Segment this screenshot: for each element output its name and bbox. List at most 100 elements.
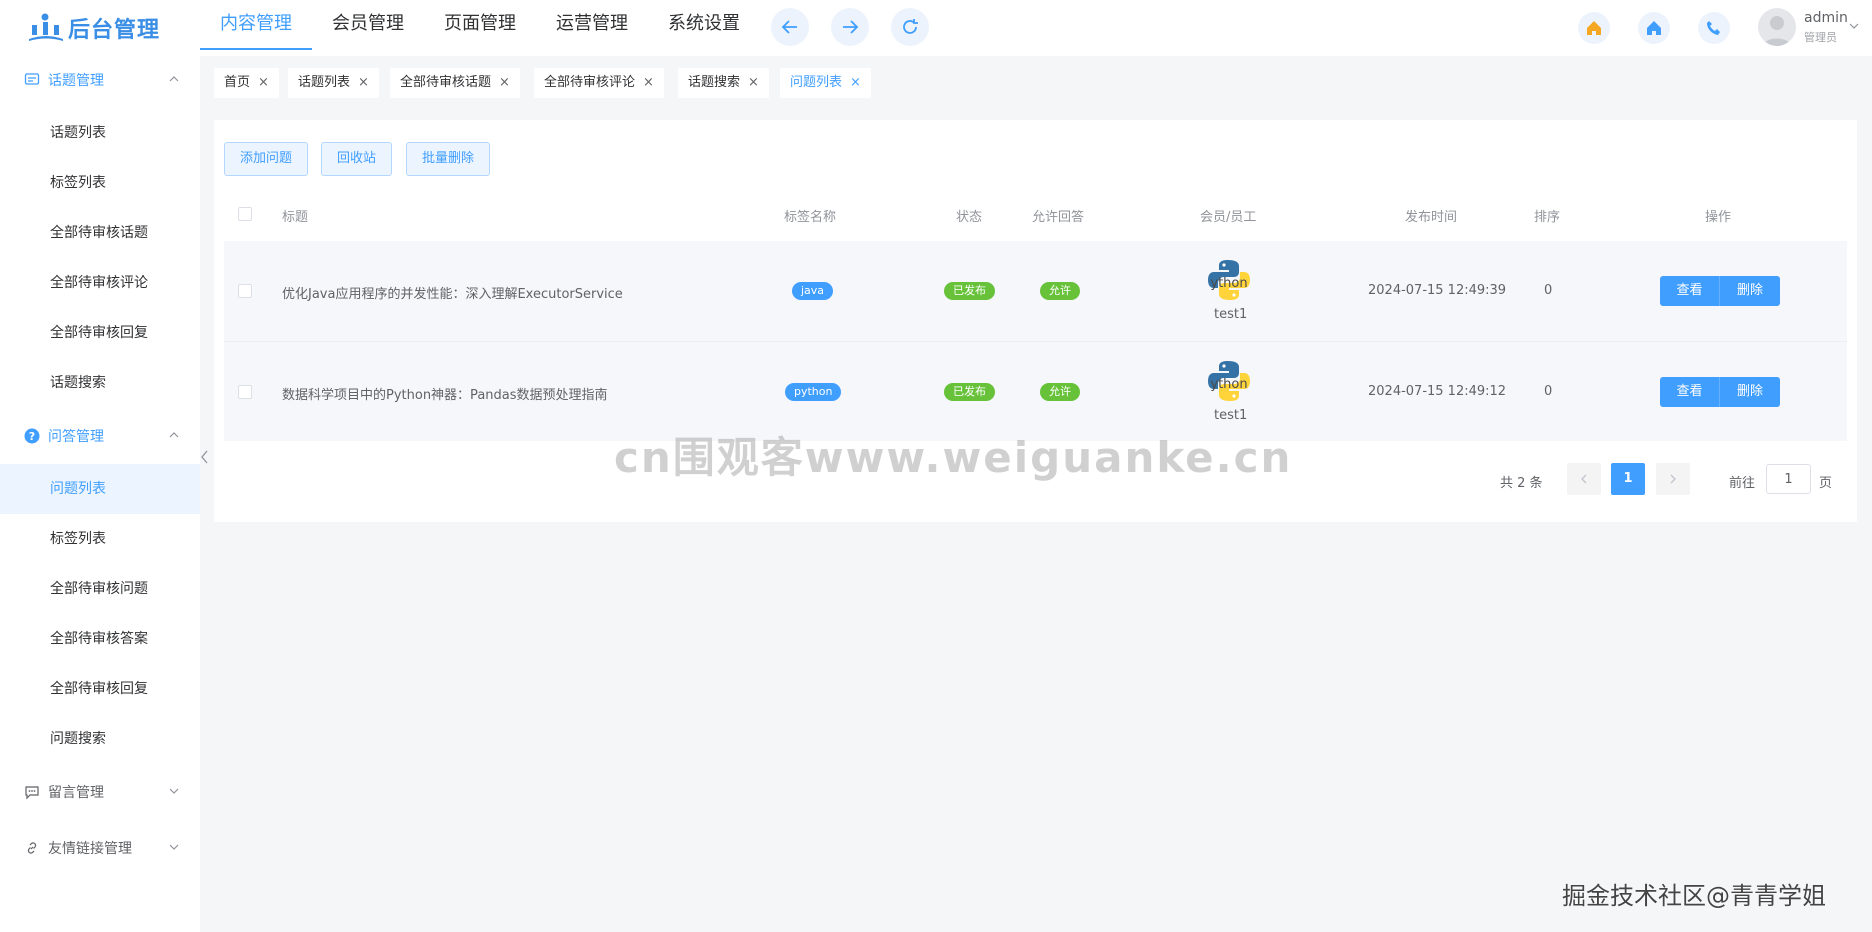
close-icon[interactable]: × bbox=[850, 75, 861, 90]
sidebar-item-pending-answers[interactable]: 全部待审核答案 bbox=[0, 614, 200, 664]
table-row[interactable]: 优化Java应用程序的并发性能：深入理解ExecutorService java… bbox=[224, 241, 1847, 341]
home-icon bbox=[1647, 21, 1661, 35]
member-name: test1 bbox=[1214, 307, 1248, 322]
row-checkbox[interactable] bbox=[238, 284, 252, 298]
member-name: test1 bbox=[1214, 408, 1248, 423]
sidebar-item-question-list[interactable]: 问题列表 bbox=[0, 464, 200, 514]
svg-text:ython: ython bbox=[1210, 276, 1247, 291]
forward-button[interactable] bbox=[831, 8, 869, 46]
avatar[interactable] bbox=[1758, 8, 1796, 46]
user-role: 管理员 bbox=[1804, 31, 1837, 44]
tab-label: 问题列表 bbox=[790, 75, 843, 90]
close-icon[interactable]: × bbox=[258, 75, 269, 90]
topnav-settings[interactable]: 系统设置 bbox=[648, 0, 760, 50]
member-avatar: ython bbox=[1206, 257, 1252, 303]
top-nav: 内容管理 会员管理 页面管理 运营管理 系统设置 bbox=[200, 0, 760, 50]
sidebar-item-topic-tags[interactable]: 标签列表 bbox=[0, 158, 200, 208]
row-title: 优化Java应用程序的并发性能：深入理解ExecutorService bbox=[282, 287, 623, 302]
sort-order: 0 bbox=[1544, 384, 1553, 399]
tab-topic-list[interactable]: 话题列表 × bbox=[288, 68, 379, 98]
phone-button[interactable] bbox=[1698, 12, 1730, 44]
next-page-button[interactable] bbox=[1656, 463, 1690, 495]
message-icon bbox=[24, 784, 40, 800]
home-orange-button[interactable] bbox=[1578, 12, 1610, 44]
page-number-current[interactable]: 1 bbox=[1611, 463, 1645, 495]
column-header-allow: 允许回答 bbox=[1032, 210, 1085, 225]
sidebar-item-pending-comments[interactable]: 全部待审核评论 bbox=[0, 258, 200, 308]
sidebar-item-question-tags[interactable]: 标签列表 bbox=[0, 514, 200, 564]
pagination-goto-label: 前往 bbox=[1729, 476, 1756, 491]
sidebar-item-pending-qa-replies[interactable]: 全部待审核回复 bbox=[0, 664, 200, 714]
tab-topic-search[interactable]: 话题搜索 × bbox=[678, 68, 769, 98]
topnav-operations[interactable]: 运营管理 bbox=[536, 0, 648, 50]
topnav-members[interactable]: 会员管理 bbox=[312, 0, 424, 50]
topnav-content[interactable]: 内容管理 bbox=[200, 0, 312, 50]
column-header-status: 状态 bbox=[956, 210, 983, 225]
tab-home[interactable]: 首页 × bbox=[214, 68, 279, 98]
refresh-button[interactable] bbox=[891, 8, 929, 46]
allow-badge: 允许 bbox=[1040, 282, 1080, 300]
view-button[interactable]: 查看 bbox=[1660, 377, 1720, 407]
column-header-title: 标题 bbox=[282, 210, 309, 225]
column-header-order: 排序 bbox=[1534, 210, 1561, 225]
chevron-up-icon bbox=[169, 432, 179, 438]
add-question-button[interactable]: 添加问题 bbox=[224, 142, 309, 176]
tab-label: 全部待审核评论 bbox=[544, 75, 636, 90]
close-icon[interactable]: × bbox=[358, 75, 369, 90]
status-badge: 已发布 bbox=[944, 282, 995, 300]
recycle-bin-button[interactable]: 回收站 bbox=[321, 142, 393, 176]
home-button[interactable] bbox=[1638, 12, 1670, 44]
tags-bar: 首页 × 话题列表 × 全部待审核话题 × 全部待审核评论 × 话题搜索 × 问题列表 × bbox=[200, 56, 1872, 106]
chevron-down-icon bbox=[169, 788, 179, 794]
chevron-up-icon bbox=[169, 76, 179, 82]
row-checkbox[interactable] bbox=[238, 385, 252, 399]
watermark-center: cn围观客www.weiguanke.cn bbox=[614, 433, 1293, 482]
chevron-down-icon[interactable] bbox=[1848, 20, 1860, 32]
logo-text: 后台管理 bbox=[68, 18, 161, 43]
svg-text:?: ? bbox=[29, 430, 35, 443]
close-icon[interactable]: × bbox=[499, 75, 510, 90]
sidebar-group-links[interactable]: 友情链接管理 bbox=[0, 824, 200, 872]
prev-page-button[interactable] bbox=[1567, 463, 1601, 495]
delete-button[interactable]: 删除 bbox=[1720, 276, 1780, 306]
user-name[interactable]: admin bbox=[1804, 10, 1848, 26]
chat-icon bbox=[24, 72, 40, 88]
sidebar: 话题管理 话题列表 标签列表 全部待审核话题 全部待审核评论 全部待审核回复 话… bbox=[0, 56, 200, 932]
logo[interactable]: 后台管理 bbox=[28, 8, 160, 48]
status-badge: 已发布 bbox=[944, 383, 995, 401]
sidebar-group-label: 话题管理 bbox=[48, 73, 104, 89]
column-header-time: 发布时间 bbox=[1405, 210, 1458, 225]
tab-pending-topics[interactable]: 全部待审核话题 × bbox=[390, 68, 520, 98]
sidebar-item-topic-list[interactable]: 话题列表 bbox=[0, 108, 200, 158]
svg-text:ython: ython bbox=[1210, 377, 1247, 392]
link-icon bbox=[24, 840, 40, 856]
sidebar-group-qa[interactable]: ? 问答管理 bbox=[0, 412, 200, 460]
page-jump-input[interactable] bbox=[1766, 464, 1811, 494]
tab-pending-comments[interactable]: 全部待审核评论 × bbox=[534, 68, 664, 98]
sidebar-group-label: 问答管理 bbox=[48, 429, 104, 445]
column-header-actions: 操作 bbox=[1705, 210, 1732, 225]
row-title: 数据科学项目中的Python神器：Pandas数据预处理指南 bbox=[282, 388, 608, 403]
sidebar-group-label: 留言管理 bbox=[48, 785, 104, 801]
arrow-left-icon bbox=[781, 20, 797, 34]
select-all-checkbox[interactable] bbox=[238, 207, 252, 221]
sidebar-item-question-search[interactable]: 问题搜索 bbox=[0, 714, 200, 764]
publish-time: 2024-07-15 12:49:12 bbox=[1368, 384, 1507, 399]
back-button[interactable] bbox=[771, 8, 809, 46]
view-button[interactable]: 查看 bbox=[1660, 276, 1720, 306]
delete-button[interactable]: 删除 bbox=[1720, 377, 1780, 407]
sidebar-group-topics[interactable]: 话题管理 bbox=[0, 56, 200, 104]
sidebar-item-pending-replies[interactable]: 全部待审核回复 bbox=[0, 308, 200, 358]
sidebar-item-pending-questions[interactable]: 全部待审核问题 bbox=[0, 564, 200, 614]
batch-delete-button[interactable]: 批量删除 bbox=[406, 142, 491, 176]
topnav-pages[interactable]: 页面管理 bbox=[424, 0, 536, 50]
sidebar-item-topic-search[interactable]: 话题搜索 bbox=[0, 358, 200, 408]
tab-question-list[interactable]: 问题列表 × bbox=[780, 68, 871, 98]
collapse-sidebar-icon[interactable] bbox=[200, 448, 210, 466]
sidebar-item-pending-topics[interactable]: 全部待审核话题 bbox=[0, 208, 200, 258]
close-icon[interactable]: × bbox=[643, 75, 654, 90]
watermark-corner: 掘金技术社区@青青学姐 bbox=[1562, 882, 1826, 910]
top-header: 后台管理 内容管理 会员管理 页面管理 运营管理 系统设置 admin 管理员 bbox=[0, 0, 1872, 56]
close-icon[interactable]: × bbox=[748, 75, 759, 90]
sidebar-group-messages[interactable]: 留言管理 bbox=[0, 768, 200, 816]
